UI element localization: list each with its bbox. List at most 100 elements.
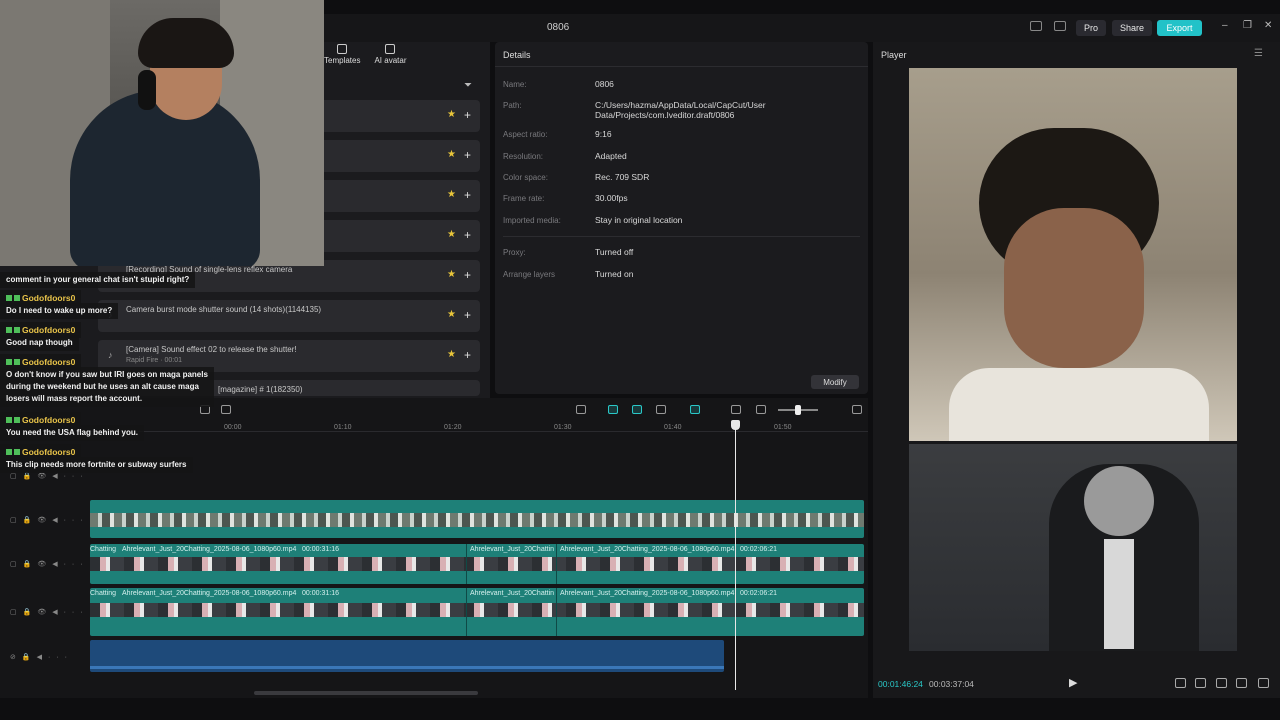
pro-button[interactable]: Pro bbox=[1076, 20, 1106, 36]
clip-divider bbox=[466, 588, 467, 636]
magnet-icon[interactable] bbox=[632, 405, 642, 414]
detail-label: Frame rate: bbox=[503, 194, 545, 203]
caption-icon[interactable] bbox=[731, 405, 741, 414]
crop-icon[interactable] bbox=[1175, 678, 1186, 688]
video-preview-bottom[interactable] bbox=[909, 444, 1237, 651]
clip-label: Chatting bbox=[90, 546, 117, 553]
maximize-button[interactable]: ❐ bbox=[1243, 20, 1252, 31]
favorite-icon[interactable]: ★ bbox=[447, 350, 457, 360]
modify-button[interactable]: Modify bbox=[811, 375, 859, 389]
badge-icon bbox=[6, 449, 12, 456]
clip-divider bbox=[556, 588, 557, 636]
clip-label: Ahrelevant_Just_20Chattin bbox=[470, 590, 555, 597]
add-icon[interactable]: + bbox=[464, 228, 471, 242]
timeline-ruler[interactable] bbox=[90, 422, 868, 432]
microphone-icon[interactable] bbox=[576, 405, 586, 414]
clip-label: Ahrelevant_Just_20Chatting_2025-08-06_10… bbox=[122, 546, 297, 553]
badge-icon bbox=[6, 417, 12, 424]
badge-icon bbox=[6, 359, 12, 366]
menu-icon[interactable]: ☰ bbox=[1254, 48, 1263, 59]
favorite-icon[interactable]: ★ bbox=[447, 310, 457, 320]
zoom-out-icon[interactable] bbox=[756, 405, 766, 414]
freeze-icon[interactable] bbox=[221, 405, 231, 414]
chat-message: Do I need to wake up more? bbox=[0, 303, 119, 319]
detail-value: C:/Users/hazma/AppData/Local/CapCut/User… bbox=[595, 100, 766, 120]
minimize-button[interactable]: – bbox=[1222, 20, 1228, 31]
badge-icon bbox=[14, 327, 20, 334]
video-figure-shirt bbox=[1104, 539, 1134, 649]
track-controls[interactable]: ⊘🔒◀··· bbox=[10, 653, 73, 661]
add-icon[interactable]: + bbox=[464, 308, 471, 322]
ruler-tick: 01:10 bbox=[334, 424, 352, 431]
export-button[interactable]: Export bbox=[1157, 20, 1202, 36]
video-face bbox=[1004, 208, 1144, 368]
close-button[interactable]: ✕ bbox=[1264, 20, 1272, 31]
track-controls[interactable]: ▢🔒👁◀··· bbox=[10, 608, 89, 616]
streamer-hair bbox=[138, 18, 234, 68]
aspect-ratio-icon[interactable] bbox=[1236, 678, 1247, 688]
detail-value: 30.00fps bbox=[595, 193, 628, 203]
playhead[interactable] bbox=[735, 422, 736, 690]
detail-label: Arrange layers bbox=[503, 270, 556, 279]
quality-icon[interactable] bbox=[1195, 678, 1206, 688]
video-preview-top[interactable] bbox=[909, 68, 1237, 441]
track-controls[interactable]: ▢🔒👁◀··· bbox=[10, 472, 89, 480]
clip-divider bbox=[556, 544, 557, 584]
current-time: 00:01:46:24 bbox=[878, 679, 923, 689]
clip-thumbnails bbox=[90, 557, 864, 571]
fullscreen-icon[interactable] bbox=[1258, 678, 1269, 688]
timeline-scrollbar[interactable] bbox=[254, 691, 478, 695]
share-button[interactable]: Share bbox=[1112, 20, 1152, 36]
add-icon[interactable]: + bbox=[464, 348, 471, 362]
detail-value: 9:16 bbox=[595, 129, 612, 139]
list-item[interactable]: ♪ Camera burst mode shutter sound (14 sh… bbox=[98, 300, 480, 332]
bottom-bar bbox=[0, 698, 1280, 720]
detail-label: Name: bbox=[503, 80, 527, 89]
badge-icon bbox=[14, 295, 20, 302]
clip-divider bbox=[466, 544, 467, 584]
track-controls[interactable]: ▢🔒👁◀··· bbox=[10, 516, 89, 524]
favorite-icon[interactable]: ★ bbox=[447, 190, 457, 200]
favorite-icon[interactable]: ★ bbox=[447, 270, 457, 280]
screenshot-icon[interactable] bbox=[1216, 678, 1227, 688]
ruler-tick: 01:20 bbox=[444, 424, 462, 431]
details-panel: Details Name: 0806 Path: C:/Users/hazma/… bbox=[495, 42, 868, 394]
favorite-icon[interactable]: ★ bbox=[447, 230, 457, 240]
detail-value: Stay in original location bbox=[595, 215, 683, 225]
snap-icon[interactable] bbox=[656, 405, 666, 414]
link-icon[interactable] bbox=[608, 405, 618, 414]
divider bbox=[495, 66, 868, 67]
add-icon[interactable]: + bbox=[464, 108, 471, 122]
detail-label: Imported media: bbox=[503, 216, 561, 225]
clip-duration: 00:00:31:16 bbox=[302, 590, 339, 597]
shortcut-icon[interactable] bbox=[1054, 21, 1066, 31]
playhead-handle[interactable] bbox=[731, 420, 740, 430]
layout-icon[interactable] bbox=[1030, 21, 1042, 31]
clip-label: Ahrelevant_Just_20Chatting_2025-08-06_10… bbox=[560, 546, 735, 553]
player-panel: Player ☰ 00:01:46:24 00:03:37:04 ▶ bbox=[873, 42, 1280, 698]
detail-label: Proxy: bbox=[503, 248, 526, 257]
clip-duration: 00:00:31:16 bbox=[302, 546, 339, 553]
badge-icon bbox=[14, 417, 20, 424]
add-icon[interactable]: + bbox=[464, 148, 471, 162]
add-icon[interactable]: + bbox=[464, 268, 471, 282]
zoom-in-icon[interactable] bbox=[852, 405, 862, 414]
zoom-slider-handle[interactable] bbox=[795, 405, 801, 415]
play-icon[interactable]: ▶ bbox=[1069, 676, 1077, 689]
track-controls[interactable]: ▢🔒👁◀··· bbox=[10, 560, 89, 568]
clip-label: Ahrelevant_Just_20Chatting_2025-08-06_10… bbox=[560, 590, 735, 597]
preview-axis-icon[interactable] bbox=[690, 405, 700, 414]
clip-label: Chatting bbox=[90, 590, 117, 597]
timeline-panel: 00:00 01:10 01:20 01:30 01:40 01:50 ▢🔒👁◀… bbox=[0, 398, 868, 698]
favorite-icon[interactable]: ★ bbox=[447, 110, 457, 120]
ruler-tick: 00:00 bbox=[224, 424, 242, 431]
media-tabs: Templates AI avatar bbox=[324, 42, 406, 66]
templates-icon bbox=[337, 44, 348, 54]
streamer-body bbox=[70, 90, 260, 266]
tab-ai-avatar[interactable]: AI avatar bbox=[374, 42, 406, 66]
filter-icon[interactable]: ⏷ bbox=[464, 80, 472, 91]
add-icon[interactable]: + bbox=[464, 188, 471, 202]
chat-message: O don't know if you saw but IRI goes on … bbox=[0, 367, 214, 407]
favorite-icon[interactable]: ★ bbox=[447, 150, 457, 160]
tab-templates[interactable]: Templates bbox=[324, 42, 360, 66]
